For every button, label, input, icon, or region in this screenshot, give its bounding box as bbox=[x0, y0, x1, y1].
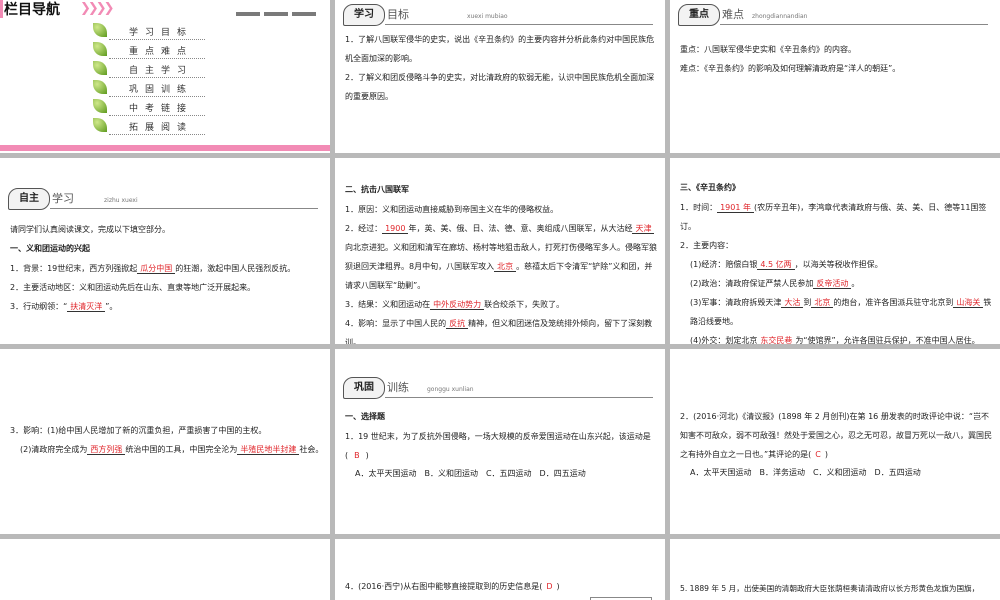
section-pinyin: gonggu xunlian bbox=[427, 386, 474, 393]
answer-blank: 天津 bbox=[632, 224, 655, 234]
answer-blank: 扶清灭洋 bbox=[67, 302, 106, 312]
answer-blank: 西方列强 bbox=[87, 445, 126, 455]
answer-blank: 反抗 bbox=[446, 319, 469, 329]
slide-goals: 学习 目标 xuexi mubiao 1．了解八国联军侵华的史实，说出《辛丑条约… bbox=[335, 0, 665, 153]
intro-text: 请同学们认真阅读课文，完成以下填空部分。 bbox=[10, 225, 170, 234]
question-5: 5. 1889 年 5 月，出使美国的清朝政府大臣张荫桓奏请清政府以长方形黄色龙… bbox=[680, 584, 980, 593]
impact-line-2: (2)清政府完全成为 西方列强 统治中国的工具，中国完全沦为 半殖民地半封建 社会。 bbox=[20, 445, 324, 455]
background-line: 1．背景：19世纪末，西方列强掀起 瓜分中国 的狂潮，激起中国人民强烈反抗。 bbox=[10, 264, 296, 274]
slide-selfstudy: 自主 学习 zizhu xuexi 请同学们认真阅读课文，完成以下填空部分。 一… bbox=[0, 158, 330, 344]
answer-blank: 1901 年 bbox=[717, 203, 754, 213]
slide-practice: 巩固 训练 gonggu xunlian 一、选择题 1．19 世纪末，为了反抗… bbox=[335, 349, 665, 534]
answer-blank: 反帝活动 bbox=[813, 279, 852, 289]
military-line: (3)军事：清政府拆毁天津 大沽到北京 的炮台，准许各国派兵驻守北京到 山海关 铁路沿线… bbox=[690, 298, 992, 326]
result-line: 3．结果：义和团运动在 中外反动势力 联合绞杀下，失败了。 bbox=[345, 300, 565, 310]
answer-blank: 北京 bbox=[494, 262, 517, 272]
nav-title: 栏目导航 bbox=[4, 2, 60, 18]
section-pinyin: xuexi mubiao bbox=[467, 13, 508, 20]
question-1-answer: (B) bbox=[345, 451, 369, 460]
slide-q5: 5. 1889 年 5 月，出使美国的清朝政府大臣张荫桓奏请清政府以长方形黄色龙… bbox=[670, 539, 1000, 600]
answer-blank: 半殖民地半封建 bbox=[237, 445, 300, 455]
nav-item-keypoints[interactable]: 重点难点 bbox=[93, 41, 205, 59]
pink-footer-bar bbox=[0, 145, 330, 151]
answer-mark: D bbox=[546, 582, 553, 591]
slide-q4: 4．(2016·西宁)从右图中能够直接提取到的历史信息是(D) bbox=[335, 539, 665, 600]
answer-blank: 大沽 bbox=[781, 298, 804, 308]
subheading: 三、《辛丑条约》 bbox=[680, 183, 740, 192]
leaf-icon bbox=[93, 42, 107, 56]
section-title: 训练 bbox=[387, 381, 409, 394]
answer-blank: 4.5 亿两 bbox=[757, 260, 795, 270]
section-badge: 学习 bbox=[343, 4, 385, 26]
slide-keypoints: 重点 难点 zhongdiannandian 重点：八国联军侵华史实和《辛丑条约… bbox=[670, 0, 1000, 153]
content-heading: 2．主要内容： bbox=[680, 241, 734, 250]
question-1-options: A．太平天国运动 B．义和团运动 C．五四运动 D．四五运动 bbox=[355, 469, 586, 478]
answer-blank: 山海关 bbox=[953, 298, 984, 308]
section-header: 自主 学习 zizhu xuexi bbox=[8, 188, 318, 210]
nav-item-goals[interactable]: 学习目标 bbox=[93, 22, 205, 40]
leaf-icon bbox=[93, 61, 107, 75]
question-1: 1．19 世纪末，为了反抗外国侵略，一场大规模的反帝爱国运动在山东兴起，该运动是 bbox=[345, 432, 651, 441]
section-badge: 巩固 bbox=[343, 377, 385, 399]
region-line: 2．主要活动地区：义和团运动先后在山东、直隶等地广泛开展起来。 bbox=[10, 283, 256, 292]
section-title: 目标 bbox=[387, 8, 409, 21]
difficulty-line: 难点：《辛丑条约》的影响及如何理解清政府是“洋人的朝廷”。 bbox=[680, 64, 901, 73]
goal-item: 1．了解八国联军侵华的史实，说出《辛丑条约》的主要内容并分析此条约对中国民族危机… bbox=[345, 35, 655, 63]
section-header: 学习 目标 xuexi mubiao bbox=[343, 4, 653, 26]
impact-line-1: 3．影响：(1)给中国人民增加了新的沉重负担，严重损害了中国的主权。 bbox=[10, 426, 267, 435]
slide-blank bbox=[0, 539, 330, 600]
slide-impact: 3．影响：(1)给中国人民增加了新的沉重负担，严重损害了中国的主权。 (2)清政… bbox=[0, 349, 330, 534]
question-2-options: A．太平天国运动 B．洋务运动 C．义和团运动 D．五四运动 bbox=[690, 468, 921, 477]
nav-title-bar: 栏目导航 ❯❯❯❯ bbox=[0, 0, 330, 18]
leaf-icon bbox=[93, 99, 107, 113]
answer-mark: B bbox=[354, 451, 360, 460]
nav-item-reading[interactable]: 拓展阅读 bbox=[93, 117, 205, 135]
section-title: 学习 bbox=[52, 192, 74, 205]
section-pinyin: zhongdiannandian bbox=[752, 13, 808, 20]
goal-item: 2．了解义和团反侵略斗争的史实，对比清政府的软弱无能，认识中国民族危机全面加深的… bbox=[345, 73, 655, 101]
slide-nav: 栏目导航 ❯❯❯❯ 学习目标 重点难点 自主学习 巩固训练 中考链接 拓展阅读 bbox=[0, 0, 330, 153]
politics-line: (2)政治：清政府保证严禁人民参加 反帝活动。 bbox=[690, 279, 860, 289]
economy-line: (1)经济：赔偿白银 4.5 亿两 ，以海关等税收作担保。 bbox=[690, 260, 883, 270]
leaf-icon bbox=[93, 118, 107, 132]
question-4: 4．(2016·西宁)从右图中能够直接提取到的历史信息是(D) bbox=[345, 582, 560, 591]
answer-blank: 1900 bbox=[382, 224, 409, 234]
section-header: 巩固 训练 gonggu xunlian bbox=[343, 377, 653, 399]
nav-item-exam-link[interactable]: 中考链接 bbox=[93, 98, 205, 116]
nav-item-selfstudy[interactable]: 自主学习 bbox=[93, 60, 205, 78]
section-pinyin: zizhu xuexi bbox=[104, 197, 138, 204]
slide-treaty: 三、《辛丑条约》 1．时间： 1901 年 (农历辛丑年)，李鸿章代表清政府与俄、英… bbox=[670, 158, 1000, 344]
subheading: 二、抗击八国联军 bbox=[345, 185, 409, 194]
cause-line: 1．原因：义和团运动直接威胁到帝国主义在华的侵略权益。 bbox=[345, 205, 559, 214]
section-header: 重点 难点 zhongdiannandian bbox=[678, 4, 988, 26]
slide-resist: 二、抗击八国联军 1．原因：义和团运动直接威胁到帝国主义在华的侵略权益。 2．经… bbox=[335, 158, 665, 344]
answer-blank: 东交民巷 bbox=[757, 336, 796, 344]
chevrons-icon: ❯❯❯❯ bbox=[80, 1, 115, 16]
nav-item-practice[interactable]: 巩固训练 bbox=[93, 79, 205, 97]
section-badge: 重点 bbox=[678, 4, 720, 26]
answer-blank: 瓜分中国 bbox=[137, 264, 176, 274]
keypoint-line: 重点：八国联军侵华史实和《辛丑条约》的内容。 bbox=[680, 45, 856, 54]
process-line: 2．经过： 1900 年，英、美、俄、日、法、德、意、奥组成八国联军，从大沽经 天津向… bbox=[345, 224, 657, 290]
slide-q2: 2．(2016·河北)《清议报》(1898 年 2 月创刊)在第 16 册发表的… bbox=[670, 349, 1000, 534]
answer-mark: C bbox=[815, 450, 821, 459]
section-title: 难点 bbox=[722, 8, 744, 21]
leaf-icon bbox=[93, 23, 107, 37]
subheading: 一、义和团运动的兴起 bbox=[10, 244, 90, 253]
question-2: 2．(2016·河北)《清议报》(1898 年 2 月创刊)在第 16 册发表的… bbox=[680, 412, 992, 459]
time-line: 1．时间： 1901 年 (农历辛丑年)，李鸿章代表清政府与俄、英、美、日、德等11… bbox=[680, 203, 987, 231]
section-badge: 自主 bbox=[8, 188, 50, 210]
impact-line: 4．影响：显示了中国人民的 反抗 精神，但义和团迷信及笼统排外倾向，留下了深刻教训。 bbox=[345, 319, 653, 344]
leaf-icon bbox=[93, 80, 107, 94]
answer-blank: 北京 bbox=[811, 298, 834, 308]
subheading: 一、选择题 bbox=[345, 412, 385, 421]
answer-blank: 中外反动势力 bbox=[430, 300, 485, 310]
diplomacy-line: (4)外交：划定北京 东交民巷 为“使馆界”，允许各国驻兵保护，不准中国人居住。 bbox=[690, 336, 980, 344]
slogan-line: 3．行动纲领：“ 扶清灭洋”。 bbox=[10, 302, 118, 312]
